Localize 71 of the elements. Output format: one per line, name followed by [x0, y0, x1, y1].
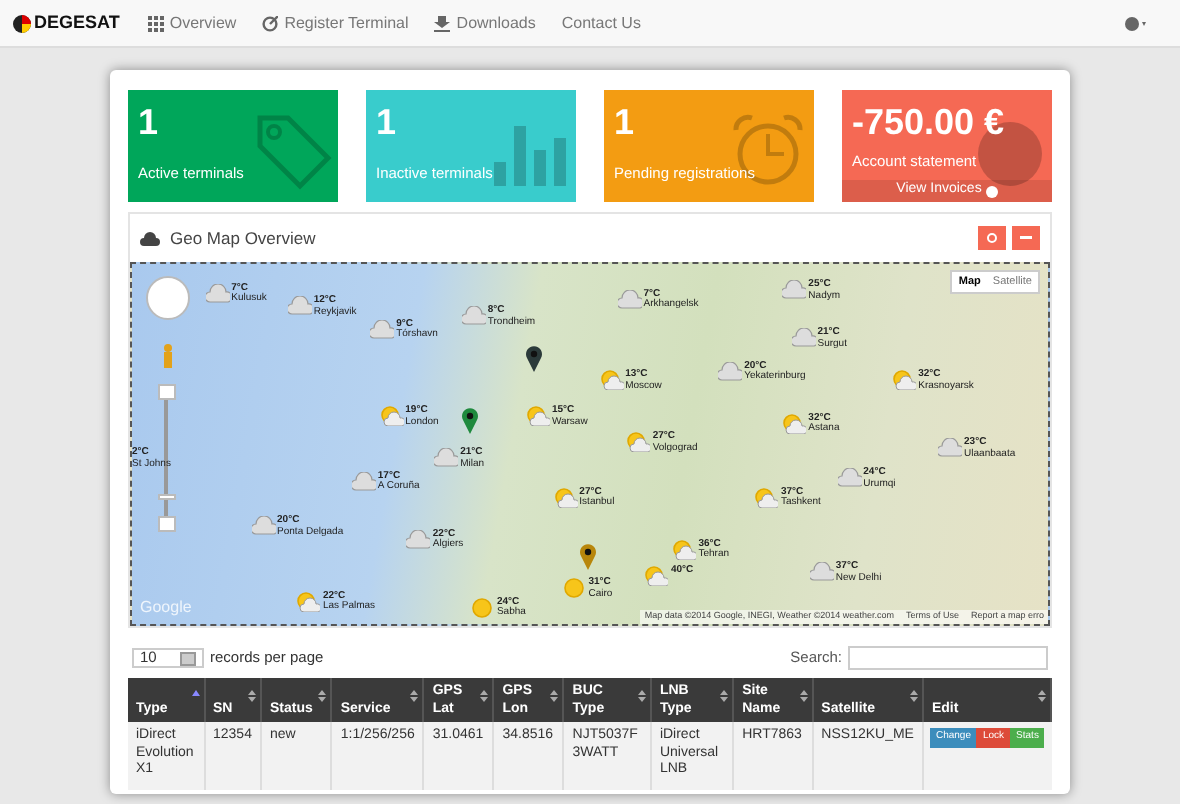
- edit-icon: [262, 15, 279, 31]
- cloud-icon: [351, 471, 376, 492]
- cloud-icon: [809, 562, 834, 583]
- cloud-icon: [461, 306, 486, 327]
- google-logo: Google: [140, 596, 192, 620]
- cloud-icon: [205, 283, 230, 304]
- cloud-icon: [791, 328, 816, 349]
- zoom-slider-thumb[interactable]: [158, 493, 176, 500]
- map-background[interactable]: [130, 262, 1050, 626]
- zoom-out-button[interactable]: [158, 516, 176, 532]
- cloud-icon: [140, 231, 160, 245]
- pan-control[interactable]: [146, 276, 190, 320]
- sort-icon: [550, 690, 559, 702]
- sun-cloud-icon: [379, 406, 404, 427]
- cloud-icon: [434, 448, 459, 469]
- map-pin-icon[interactable]: [525, 346, 542, 373]
- tag-icon: [252, 110, 332, 190]
- sun-cloud-icon: [892, 370, 917, 391]
- sun-cloud-icon: [754, 487, 779, 508]
- sun-cloud-icon: [782, 413, 807, 434]
- map-pin-icon[interactable]: [580, 544, 597, 571]
- sun-cloud-icon: [296, 591, 321, 612]
- cloud-icon: [370, 319, 395, 340]
- collapse-button[interactable]: [1012, 226, 1040, 250]
- refresh-icon: [986, 232, 998, 244]
- sort-icon: [720, 690, 729, 702]
- search-field[interactable]: [848, 646, 1048, 670]
- cloud-icon: [251, 516, 276, 537]
- nav-link[interactable]: Contact Us: [561, 11, 641, 35]
- sort-icon: [637, 690, 646, 702]
- grid-icon: [147, 15, 164, 31]
- brand-name[interactable]: DEGESAT: [34, 9, 120, 37]
- minus-icon: [1020, 236, 1032, 240]
- sun-icon: [562, 578, 587, 599]
- stat-value: -750.00 €: [852, 100, 1007, 144]
- sun-cloud-icon: [599, 370, 624, 391]
- nav-link[interactable]: Register Terminal: [262, 11, 409, 35]
- sort-icon: [1038, 690, 1046, 702]
- zoom-in-button[interactable]: [158, 384, 176, 400]
- map-pin-icon[interactable]: [461, 408, 478, 434]
- nav-link[interactable]: Overview: [147, 11, 237, 35]
- stat-value: 1: [614, 100, 637, 144]
- sun-cloud-icon: [553, 487, 578, 508]
- sort-icon: [909, 690, 918, 702]
- cloud-icon: [617, 289, 642, 310]
- nav-link[interactable]: Downloads: [434, 11, 536, 35]
- sort-icon: [318, 690, 327, 702]
- sun-cloud-icon: [672, 539, 697, 560]
- sort-icon: [799, 690, 808, 702]
- cloud-icon: [406, 529, 431, 550]
- refresh-button[interactable]: [978, 226, 1006, 250]
- logo-icon: [12, 13, 32, 33]
- panel-title: Geo Map Overview: [170, 225, 316, 251]
- sun-cloud-icon: [525, 406, 550, 427]
- user-menu-icon: [1122, 15, 1148, 31]
- cloud-icon: [782, 280, 807, 301]
- cloud-icon: [718, 361, 743, 382]
- sort-icon: [247, 690, 256, 702]
- sun-icon: [470, 597, 495, 618]
- cloud-icon: [938, 438, 963, 459]
- download-icon: [434, 15, 451, 31]
- sort-icon: [480, 690, 489, 702]
- cloud-icon: [287, 296, 312, 317]
- stat-value: 1: [376, 100, 399, 144]
- sort-ascending-icon: [191, 690, 199, 702]
- arrow-circle-icon: [985, 185, 998, 197]
- sun-cloud-icon: [626, 432, 651, 453]
- stat-value: 1: [138, 100, 161, 144]
- sun-cloud-icon: [644, 565, 669, 586]
- cloud-icon: [837, 468, 862, 489]
- sort-icon: [410, 690, 419, 702]
